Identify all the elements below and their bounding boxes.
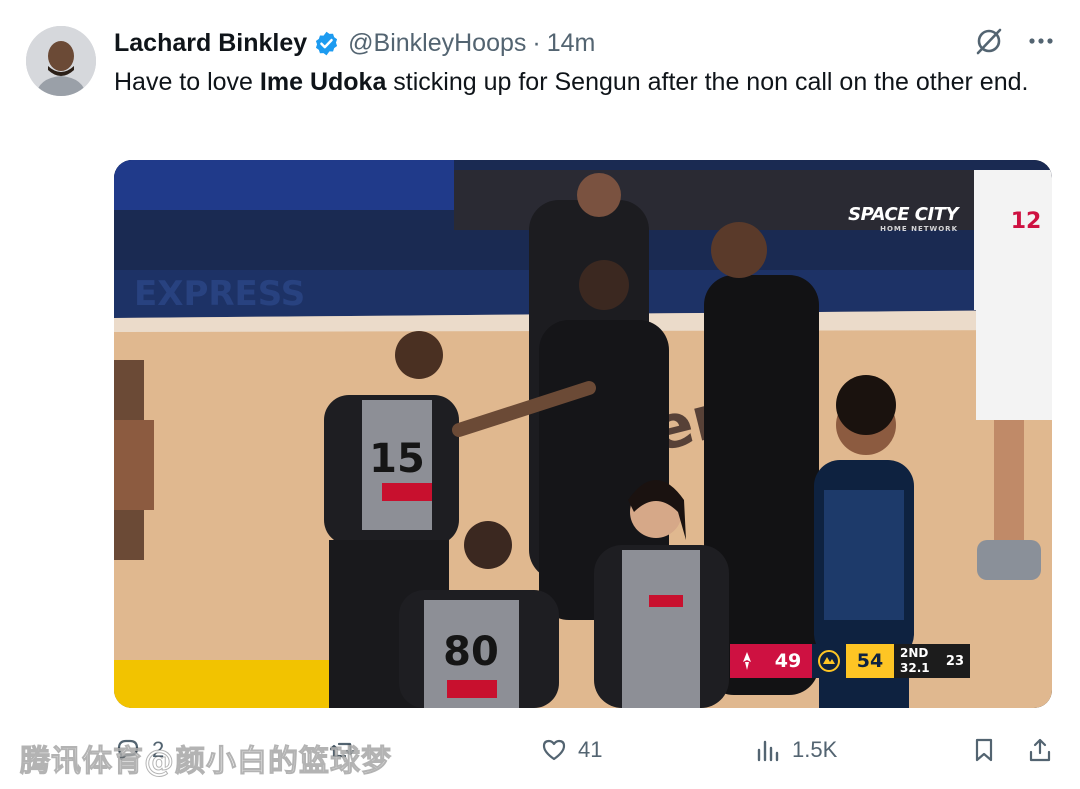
tweet-text: Have to love Ime Udoka sticking up for S… [114,64,1034,100]
like-count: 41 [578,737,603,762]
nuggets-logo-icon [812,644,846,678]
grok-icon[interactable] [974,26,1004,56]
home-score: 49 [764,644,812,678]
heart-icon [542,739,566,761]
tweet-header: Lachard Binkley @BinkleyHoops · 14m [114,26,595,60]
tweet-text-mention: Ime Udoka [259,68,387,96]
source-watermark: 腾讯体育@颜小白的篮球梦 [20,744,392,780]
like-button[interactable]: 41 [540,736,602,764]
separator-dot: · [532,28,541,57]
author-name[interactable]: Lachard Binkley [114,29,307,58]
share-icon [1029,738,1051,762]
more-options-icon[interactable] [1026,26,1056,56]
views-button[interactable]: 1.5K [754,736,837,764]
broadcast-sub-text: HOME NETWORK [880,225,958,233]
rockets-logo-icon [730,644,764,678]
verified-badge-icon [316,31,338,55]
svg-text:EXPRESS: EXPRESS [134,274,305,314]
svg-text:15: 15 [369,436,425,482]
svg-text:12: 12 [1011,209,1042,234]
shot-clock: 23 [945,653,964,669]
scorebug: 49 54 2ND 32.1 23 [730,644,970,678]
tweet-text-part-1: Have to love [114,68,260,96]
views-count: 1.5K [792,737,838,762]
period: 2ND [900,646,929,660]
views-chart-icon [757,740,779,762]
share-button[interactable] [1026,736,1054,764]
avatar[interactable] [26,26,96,96]
svg-text:80: 80 [443,629,499,675]
away-score: 54 [846,644,894,678]
tweet-top-actions [974,26,1056,56]
bookmark-icon [975,738,993,762]
tweet-media-video[interactable]: EXPRESS Arena 15 80 12 SPACE CITY HOME N… [114,160,1052,708]
clock-time: 32.1 [900,661,930,675]
author-handle[interactable]: @BinkleyHoops [348,29,526,58]
avatar-image [26,26,96,96]
broadcast-logo: SPACE CITY HOME NETWORK [848,204,958,233]
video-frame-illustration: EXPRESS Arena 15 80 12 [114,160,1052,708]
bookmark-button[interactable] [970,736,998,764]
tweet-text-part-2: sticking up for Sengun after the non cal… [386,68,1029,96]
timestamp[interactable]: 14m [547,29,596,58]
game-clock: 2ND 32.1 23 [894,644,970,678]
broadcast-brand-text: SPACE CITY [848,204,958,225]
